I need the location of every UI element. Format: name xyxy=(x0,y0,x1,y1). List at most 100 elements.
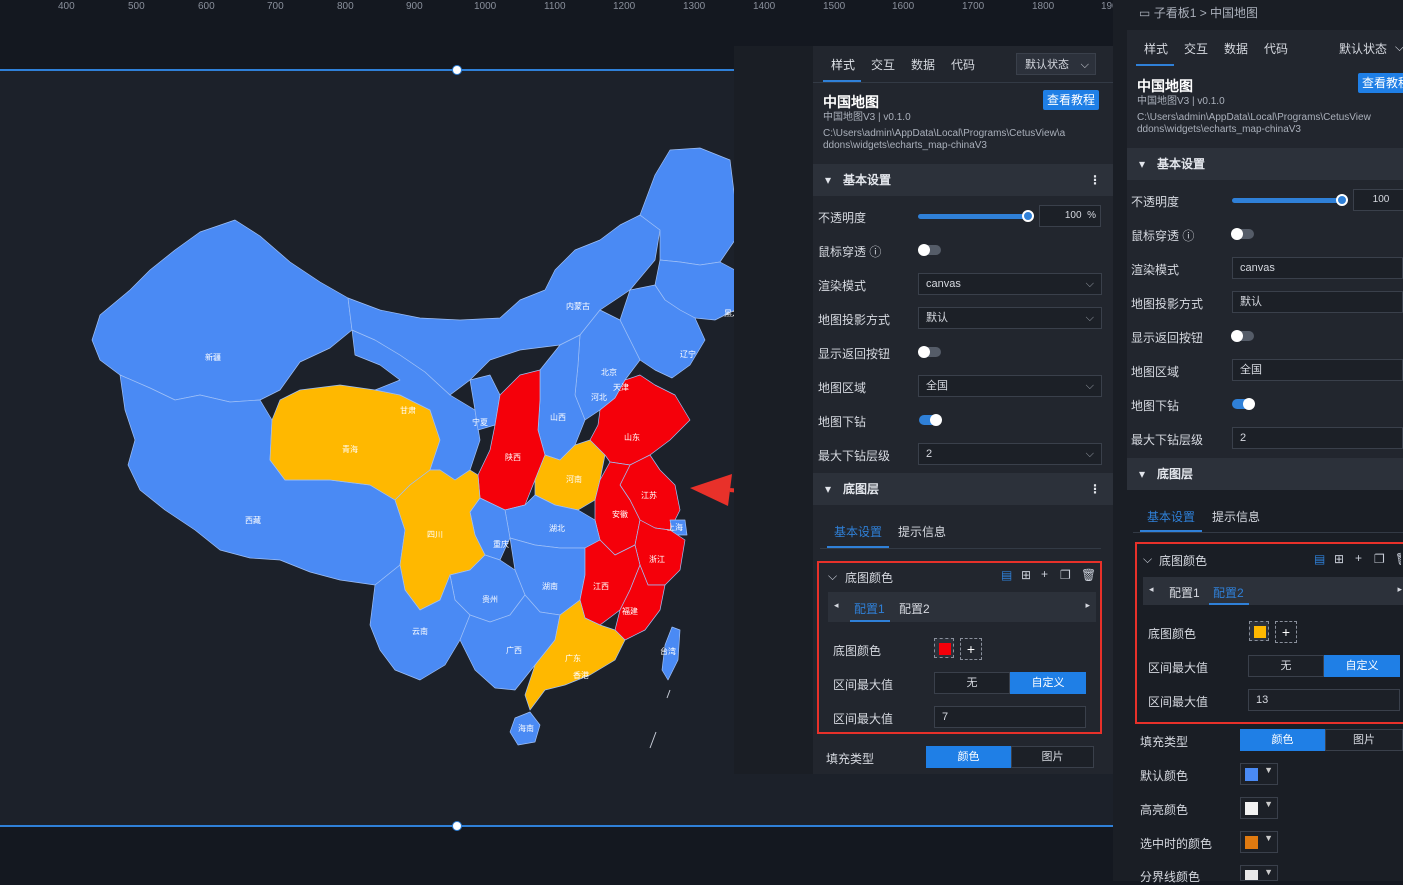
highlight-color-picker[interactable]: ▼ xyxy=(1240,797,1278,819)
tab-data[interactable]: 数据 xyxy=(1224,40,1248,57)
color-swatch[interactable] xyxy=(1249,621,1269,641)
grid-icon[interactable]: ⊞ xyxy=(1021,568,1031,582)
ruler-tick: 900 xyxy=(406,1,423,12)
chevron-left-icon[interactable]: ◂ xyxy=(834,600,839,611)
drill-down-toggle[interactable] xyxy=(1232,398,1255,410)
section-basic-label: 基本设置 xyxy=(843,173,892,187)
tab-code[interactable]: 代码 xyxy=(951,56,975,73)
grid-icon[interactable]: ⊞ xyxy=(1334,552,1344,566)
section-basic[interactable]: ▾ 基本设置 xyxy=(1127,148,1403,180)
fill-color-option[interactable]: 颜色 xyxy=(926,746,1011,768)
section-basic[interactable]: ▾ 基本设置 ⋮ xyxy=(813,164,1113,196)
chevron-left-icon[interactable]: ◂ xyxy=(1149,584,1154,595)
range-custom-option[interactable]: 自定义 xyxy=(1010,672,1086,694)
back-button-toggle[interactable] xyxy=(918,346,941,358)
chevron-down-icon[interactable]: ⌵ xyxy=(1143,552,1152,567)
tab-data[interactable]: 数据 xyxy=(911,56,935,73)
subtab-basic[interactable]: 基本设置 xyxy=(1147,508,1195,525)
opacity-slider-track[interactable] xyxy=(1232,198,1342,203)
render-mode-select[interactable]: canvas ⌵ xyxy=(918,273,1102,295)
add-color-button[interactable]: + xyxy=(960,638,982,660)
projection-select[interactable]: 默认 xyxy=(1232,291,1403,313)
table-icon[interactable]: ▤ xyxy=(1001,568,1012,582)
tab-code[interactable]: 代码 xyxy=(1264,40,1288,57)
copy-icon[interactable]: ❐ xyxy=(1060,568,1071,582)
fill-image-option[interactable]: 图片 xyxy=(1325,729,1403,751)
divider-color-picker[interactable]: ▼ xyxy=(1240,865,1278,881)
resize-handle-top[interactable] xyxy=(452,65,462,75)
tab-interaction[interactable]: 交互 xyxy=(871,56,895,73)
max-level-select[interactable]: 2 xyxy=(1232,427,1403,449)
opacity-slider-knob[interactable] xyxy=(1336,194,1348,206)
delete-icon[interactable]: 🗑 xyxy=(1081,568,1096,582)
render-mode-select[interactable]: canvas xyxy=(1232,257,1403,279)
panel2-tabs: 样式 交互 数据 代码 默认状态 ⌵ xyxy=(1127,30,1403,67)
config-tab-1[interactable]: 配置1 xyxy=(854,600,885,617)
drill-down-toggle[interactable] xyxy=(919,414,942,426)
table-icon[interactable]: ▤ xyxy=(1314,552,1325,566)
tutorial-button[interactable]: 查看教程 xyxy=(1358,73,1403,93)
opacity-input[interactable]: 100 % xyxy=(1039,205,1101,227)
config-tab-2[interactable]: 配置2 xyxy=(1213,584,1244,601)
resize-handle-bottom[interactable] xyxy=(452,821,462,831)
state-select[interactable]: 默认状态 ⌵ xyxy=(1016,53,1096,75)
fill-color-option[interactable]: 颜色 xyxy=(1240,729,1325,751)
passthrough-toggle[interactable] xyxy=(918,244,941,256)
tutorial-button[interactable]: 查看教程 xyxy=(1043,90,1099,110)
chevron-right-icon[interactable]: ▸ xyxy=(1085,600,1090,611)
add-icon[interactable]: + xyxy=(1355,551,1362,565)
color-swatch[interactable] xyxy=(934,638,954,658)
chevron-down-icon[interactable]: ⌵ xyxy=(828,569,837,584)
subtab-basic[interactable]: 基本设置 xyxy=(834,523,882,540)
chevron-down-icon[interactable]: ⌵ xyxy=(1395,40,1403,55)
ruler-tick: 700 xyxy=(267,1,284,12)
range-none-option[interactable]: 无 xyxy=(1248,655,1324,677)
range-custom-option[interactable]: 自定义 xyxy=(1324,655,1400,677)
help-icon[interactable]: ⓘ xyxy=(869,245,881,259)
back-button-label: 显示返回按钮 xyxy=(818,347,891,361)
base-layer-subtabs: 基本设置 提示信息 xyxy=(1133,500,1403,533)
map-region-select[interactable]: 全国 xyxy=(1232,359,1403,381)
more-icon[interactable]: ⋮ xyxy=(1089,473,1101,505)
map-region-select[interactable]: 全国 ⌵ xyxy=(918,375,1102,397)
selection-bottom-edge[interactable] xyxy=(0,825,1130,827)
section-basic-label: 基本设置 xyxy=(1157,157,1206,171)
range-none-option[interactable]: 无 xyxy=(934,672,1010,694)
back-button-toggle[interactable] xyxy=(1231,330,1254,342)
config-tab-1[interactable]: 配置1 xyxy=(1169,584,1200,601)
tab-style[interactable]: 样式 xyxy=(831,56,855,73)
max-level-select[interactable]: 2 ⌵ xyxy=(918,443,1102,465)
breadcrumb-text[interactable]: 子看板1 > 中国地图 xyxy=(1154,6,1258,20)
tab-style[interactable]: 样式 xyxy=(1144,40,1168,57)
range-max-value: 7 xyxy=(942,711,949,723)
subtab-tooltip[interactable]: 提示信息 xyxy=(898,523,946,540)
subtab-tooltip[interactable]: 提示信息 xyxy=(1212,508,1260,525)
ruler-tick: 500 xyxy=(128,1,145,12)
selected-color-picker[interactable]: ▼ xyxy=(1240,831,1278,853)
config-tab-2[interactable]: 配置2 xyxy=(899,600,930,617)
passthrough-toggle[interactable] xyxy=(1231,228,1254,240)
projection-select[interactable]: 默认 ⌵ xyxy=(918,307,1102,329)
ruler-tick: 400 xyxy=(58,1,75,12)
range-max-input[interactable]: 13 xyxy=(1248,689,1400,711)
tab-interaction[interactable]: 交互 xyxy=(1184,40,1208,57)
province-label: 重庆 xyxy=(493,539,509,549)
china-map[interactable]: 新疆 西藏 青海 甘肃 内蒙古 黑龙江 辽宁 北京 天津 河北 山西 山东 宁夏… xyxy=(60,140,740,760)
province-label: 贵州 xyxy=(482,594,498,604)
opacity-input[interactable]: 100 xyxy=(1353,189,1403,211)
delete-icon[interactable]: 🗑 xyxy=(1395,552,1401,566)
help-icon[interactable]: ⓘ xyxy=(1182,229,1194,243)
section-base-layer[interactable]: ▾ 底图层 ⋮ xyxy=(813,473,1113,505)
section-base-layer[interactable]: ▾ 底图层 xyxy=(1127,458,1403,490)
opacity-slider-track[interactable] xyxy=(918,214,1028,219)
more-icon[interactable]: ⋮ xyxy=(1089,164,1101,196)
fill-image-option[interactable]: 图片 xyxy=(1011,746,1094,768)
default-color-picker[interactable]: ▼ xyxy=(1240,763,1278,785)
chevron-right-icon[interactable]: ▸ xyxy=(1397,584,1402,595)
state-select[interactable]: 默认状态 xyxy=(1339,40,1387,57)
range-max-input[interactable]: 7 xyxy=(934,706,1086,728)
opacity-slider-knob[interactable] xyxy=(1022,210,1034,222)
add-icon[interactable]: + xyxy=(1041,567,1048,581)
add-color-button[interactable]: + xyxy=(1275,621,1297,643)
copy-icon[interactable]: ❐ xyxy=(1374,552,1385,566)
